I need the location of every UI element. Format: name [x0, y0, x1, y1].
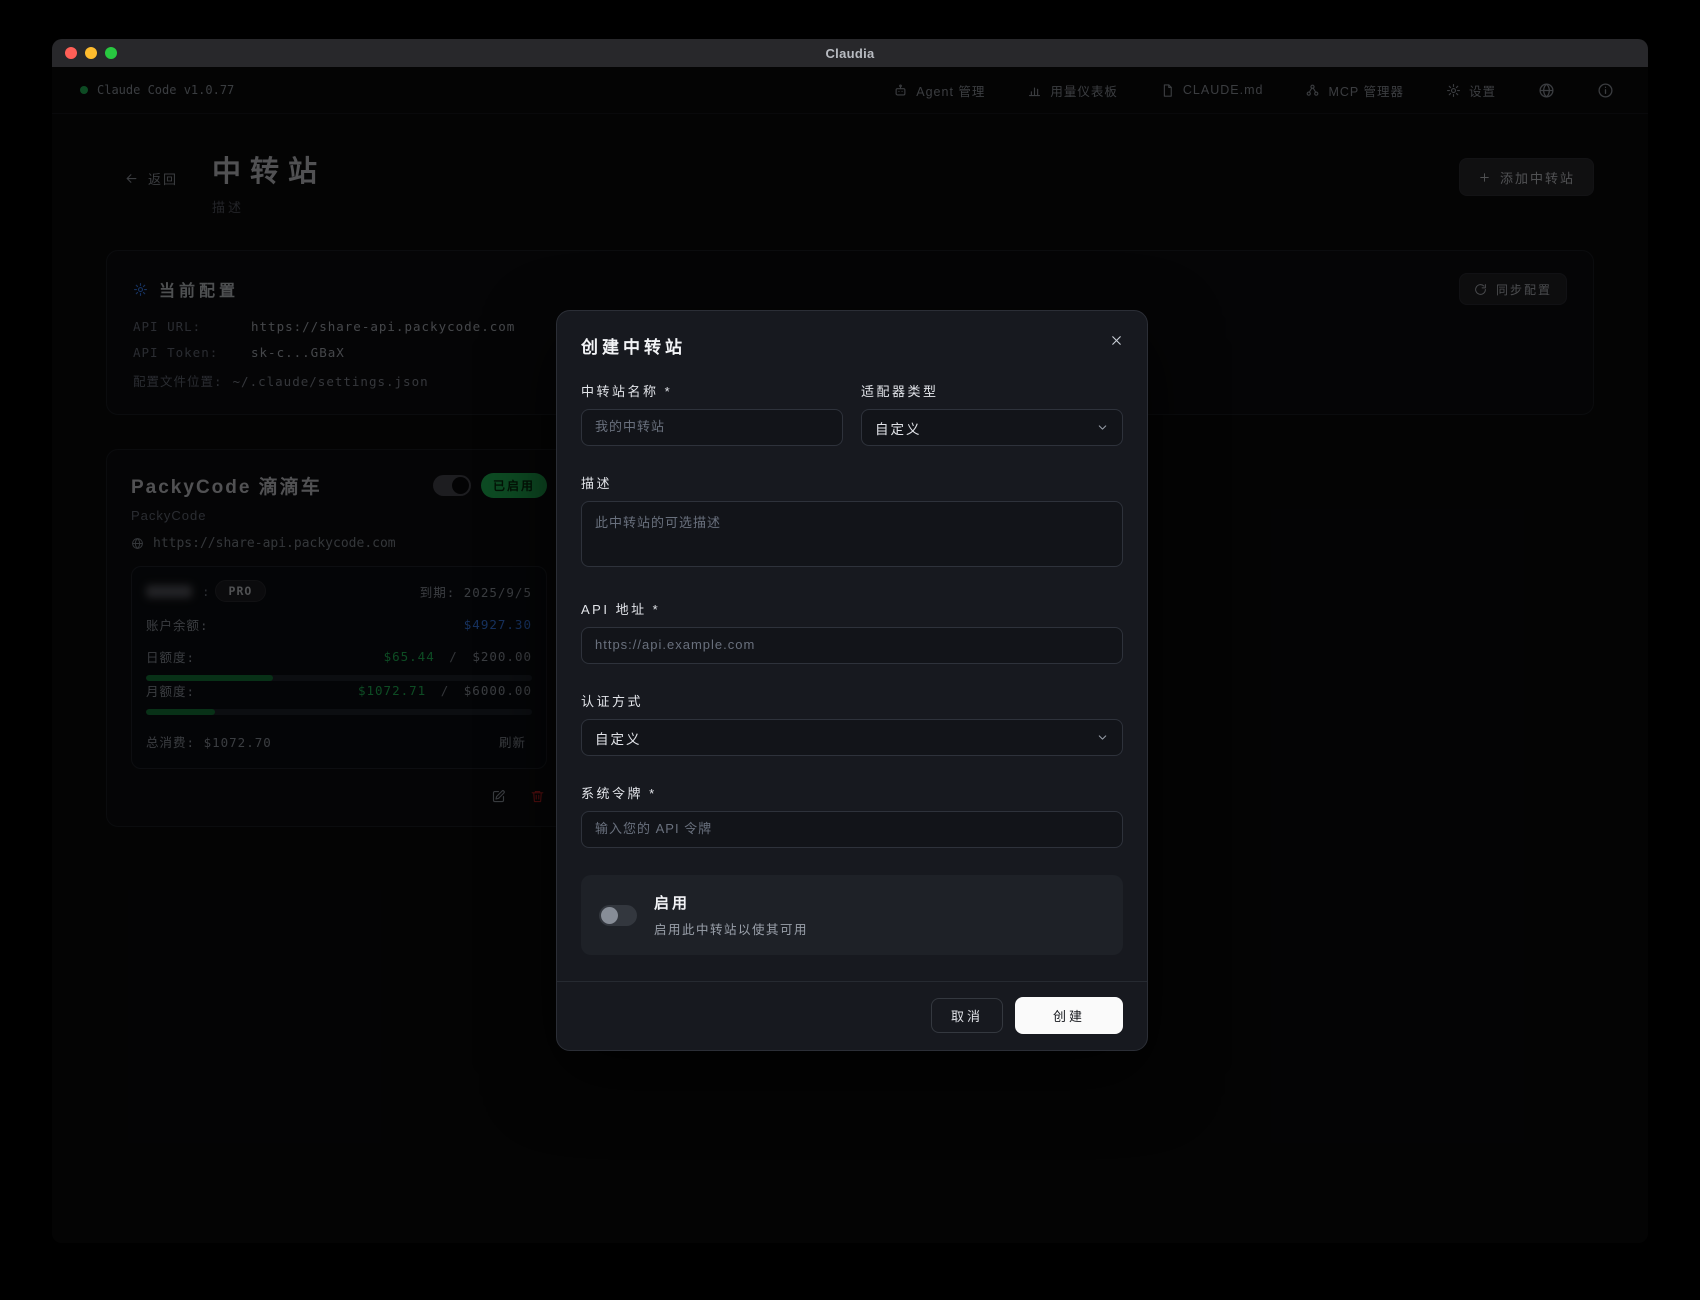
api-url-field: API 地址 *: [581, 599, 1123, 664]
system-token-input[interactable]: [581, 811, 1123, 848]
description-field: 描述: [581, 473, 1123, 572]
station-name-input[interactable]: [581, 409, 843, 446]
cancel-button[interactable]: 取消: [930, 998, 1003, 1033]
description-textarea[interactable]: [581, 501, 1123, 567]
adapter-type-select[interactable]: 自定义: [861, 409, 1123, 446]
system-token-field: 系统令牌 *: [581, 783, 1123, 848]
api-url-input[interactable]: [581, 627, 1123, 664]
enable-title: 启用: [654, 895, 691, 912]
window-title: Claudia: [825, 45, 875, 61]
description-label: 描述: [581, 476, 613, 491]
create-button[interactable]: 创建: [1014, 997, 1123, 1034]
adapter-type-label: 适配器类型: [861, 384, 939, 399]
traffic-lights: [65, 39, 117, 67]
zoom-window-button[interactable]: [105, 47, 117, 59]
adapter-type-field: 适配器类型 自定义: [861, 381, 1123, 446]
enable-panel: 启用 启用此中转站以使其可用: [581, 875, 1123, 955]
toggle-knob: [601, 906, 618, 924]
enable-toggle[interactable]: [599, 904, 637, 926]
auth-method-select[interactable]: 自定义: [581, 719, 1123, 756]
minimize-window-button[interactable]: [85, 47, 97, 59]
modal-close-button[interactable]: [1107, 331, 1126, 350]
api-url-label: API 地址 *: [581, 602, 661, 617]
modal-title: 创建中转站: [581, 338, 686, 357]
chevron-down-icon: [1098, 425, 1107, 430]
modal-footer: 取消 创建: [557, 981, 1147, 1050]
create-station-modal: 创建中转站 中转站名称 * 适配器类型 自定义 描述 API 地址 * 认证方式…: [556, 310, 1148, 1051]
auth-method-label: 认证方式: [581, 694, 644, 709]
titlebar: Claudia: [52, 39, 1648, 67]
station-name-label: 中转站名称 *: [581, 384, 673, 399]
auth-method-field: 认证方式 自定义: [581, 691, 1123, 756]
system-token-label: 系统令牌 *: [581, 786, 657, 801]
chevron-down-icon: [1098, 735, 1107, 740]
enable-description: 启用此中转站以使其可用: [654, 923, 809, 937]
station-name-field: 中转站名称 *: [581, 381, 843, 446]
close-window-button[interactable]: [65, 47, 77, 59]
close-icon: [1112, 336, 1121, 345]
